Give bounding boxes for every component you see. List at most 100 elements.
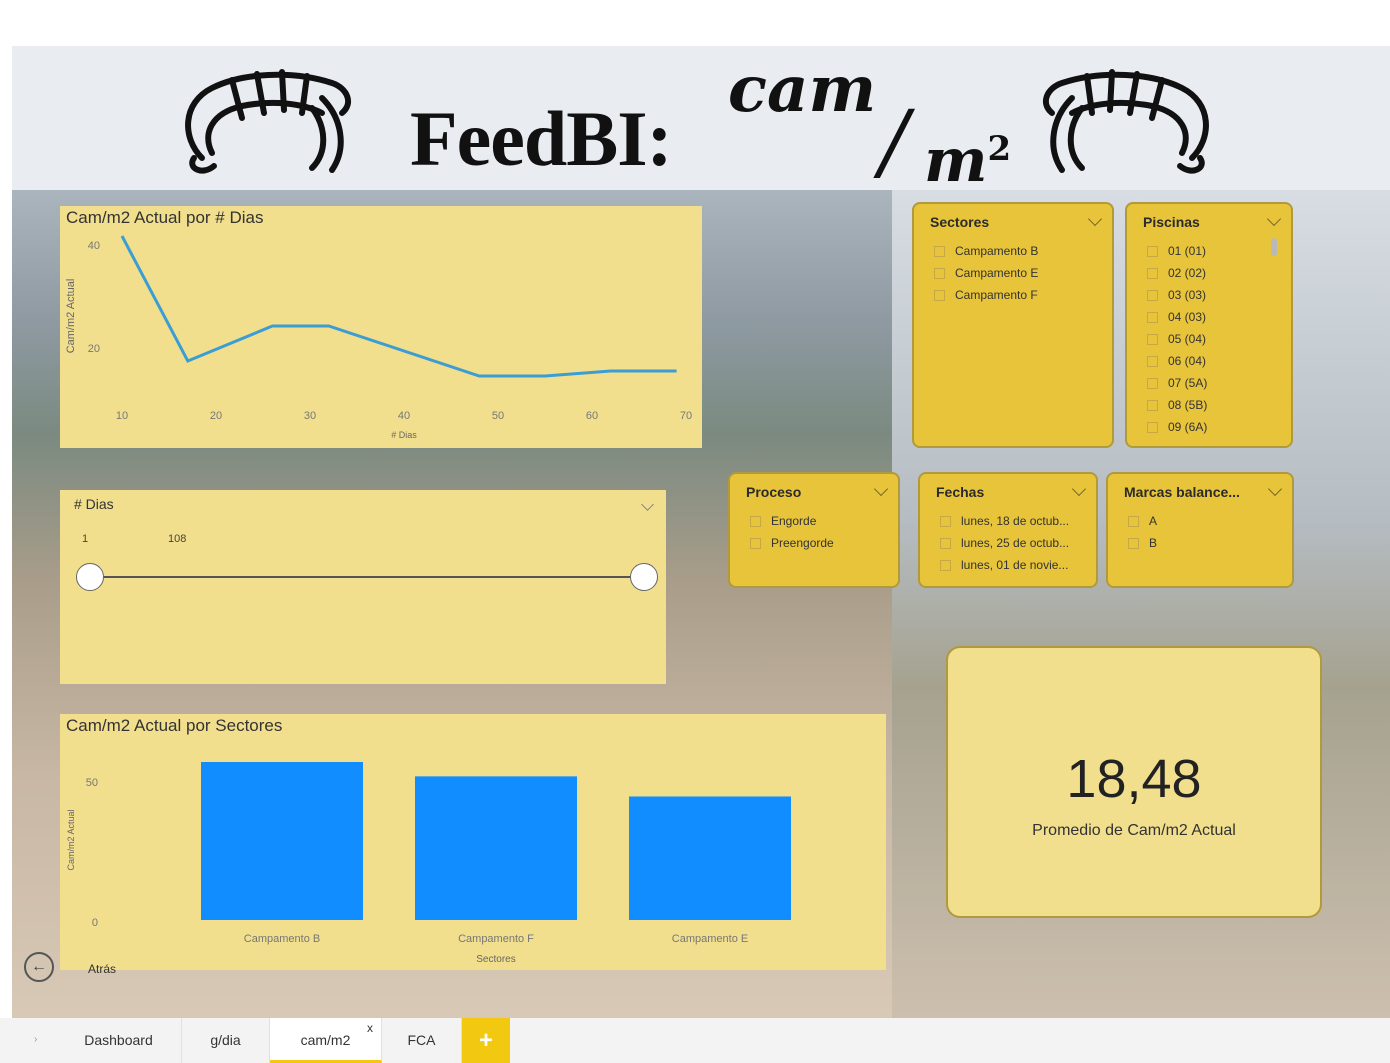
checkbox[interactable] <box>1147 355 1158 367</box>
bar-chart-panel[interactable]: Cam/m2 Actual por Sectores Cam/m2 Actual… <box>60 714 886 970</box>
piscinas-item-label: 01 (01) <box>1168 244 1207 258</box>
back-arrow-icon[interactable]: ← <box>24 952 54 982</box>
chevron-down-icon[interactable] <box>873 481 889 497</box>
chevron-down-icon[interactable] <box>1266 211 1282 227</box>
checkbox[interactable] <box>934 267 945 279</box>
kpi-label: Promedio de Cam/m2 Actual <box>1032 822 1236 839</box>
marcas-item[interactable]: A <box>1128 510 1157 532</box>
bar-chart-xtick: Campamento B <box>244 933 320 945</box>
checkbox[interactable] <box>1128 537 1139 549</box>
back-button-label[interactable]: Atrás <box>88 962 116 976</box>
checkbox[interactable] <box>750 515 761 527</box>
slider-track[interactable] <box>90 576 644 578</box>
chevron-right-icon[interactable]: › <box>34 1034 37 1045</box>
checkbox[interactable] <box>1147 311 1158 323</box>
checkbox[interactable] <box>940 559 951 571</box>
bar[interactable] <box>415 776 577 920</box>
proceso-item[interactable]: Preengorde <box>750 532 834 554</box>
sectores-item-label: Campamento F <box>955 288 1038 302</box>
proceso-list: Engorde Preengorde <box>750 510 834 554</box>
bar-chart-ytick: 0 <box>92 917 98 929</box>
proceso-slicer[interactable]: Proceso Engorde Preengorde <box>728 472 900 588</box>
checkbox[interactable] <box>1147 267 1158 279</box>
chevron-down-icon[interactable] <box>1071 481 1087 497</box>
piscinas-item-label: 02 (02) <box>1168 266 1207 280</box>
tab-label: FCA <box>407 1032 436 1048</box>
slider-max-handle[interactable] <box>630 563 658 591</box>
sectores-item[interactable]: Campamento B <box>934 240 1038 262</box>
bar[interactable] <box>201 762 363 920</box>
line-chart[interactable]: Cam/m2 Actual # Dias 40 20 10 20 30 40 5… <box>60 206 702 448</box>
piscinas-item[interactable]: 04 (03) <box>1147 306 1207 328</box>
piscinas-item[interactable]: 05 (04) <box>1147 328 1207 350</box>
line-chart-xtick: 60 <box>586 410 598 422</box>
piscinas-item-label: 03 (03) <box>1168 288 1207 302</box>
checkbox[interactable] <box>1128 515 1139 527</box>
days-range-slicer[interactable]: # Dias 1 108 <box>60 490 666 684</box>
chevron-down-icon[interactable] <box>1087 211 1103 227</box>
tab-cam-m2[interactable]: cam/m2 x <box>270 1018 382 1063</box>
marcas-item-label: A <box>1149 514 1158 528</box>
proceso-item[interactable]: Engorde <box>750 510 834 532</box>
piscinas-item[interactable]: 08 (5B) <box>1147 394 1207 416</box>
fechas-item-label: lunes, 25 de octub... <box>961 536 1070 550</box>
close-icon[interactable]: x <box>367 1006 373 1051</box>
checkbox[interactable] <box>1147 333 1158 345</box>
days-max-input[interactable]: 108 <box>164 528 244 550</box>
piscinas-item-label: 09 (6A) <box>1168 420 1208 434</box>
fechas-item-label: lunes, 01 de novie... <box>961 558 1069 572</box>
scrollbar[interactable] <box>1271 238 1277 256</box>
piscinas-slicer[interactable]: Piscinas 01 (01) 02 (02) 03 (03) 04 (03)… <box>1125 202 1293 448</box>
kpi-card[interactable]: 18,48 Promedio de Cam/m2 Actual <box>946 646 1322 918</box>
piscinas-item[interactable]: 01 (01) <box>1147 240 1207 262</box>
checkbox[interactable] <box>1147 421 1158 433</box>
line-series[interactable] <box>120 235 677 378</box>
fechas-item[interactable]: lunes, 25 de octub... <box>940 532 1069 554</box>
marcas-slicer[interactable]: Marcas balance... A B <box>1106 472 1294 588</box>
bar[interactable] <box>629 796 791 920</box>
bar-chart[interactable]: Cam/m2 Actual Sectores 50 0 Campamento B… <box>60 714 886 970</box>
checkbox[interactable] <box>934 289 945 301</box>
piscinas-item[interactable]: 07 (5A) <box>1147 372 1207 394</box>
checkbox[interactable] <box>934 245 945 257</box>
tab-label: cam/m2 <box>300 1032 351 1048</box>
checkbox[interactable] <box>1147 245 1158 257</box>
piscinas-item[interactable]: 02 (02) <box>1147 262 1207 284</box>
piscinas-item[interactable]: 03 (03) <box>1147 284 1207 306</box>
fechas-item[interactable]: lunes, 01 de novie... <box>940 554 1069 576</box>
checkbox[interactable] <box>1147 377 1158 389</box>
add-page-button[interactable]: + <box>462 1018 510 1063</box>
tab-dashboard[interactable]: Dashboard <box>56 1018 182 1063</box>
checkbox[interactable] <box>1147 399 1158 411</box>
sectores-item[interactable]: Campamento F <box>934 284 1038 306</box>
sectores-item[interactable]: Campamento E <box>934 262 1038 284</box>
marcas-item[interactable]: B <box>1128 532 1157 554</box>
fechas-item[interactable]: lunes, 18 de octub... <box>940 510 1069 532</box>
proceso-item-label: Engorde <box>771 514 817 528</box>
chevron-down-icon[interactable] <box>641 498 654 511</box>
checkbox[interactable] <box>750 537 761 549</box>
report-canvas: FeedBI: cam / m2 Cam/m2 Actual por # Dia… <box>12 46 1390 1018</box>
piscinas-item[interactable]: 06 (04) <box>1147 350 1207 372</box>
tab-label: g/dia <box>210 1032 241 1048</box>
piscinas-item[interactable]: 09 (6A) <box>1147 416 1207 438</box>
shrimp-right-icon <box>1042 69 1209 174</box>
line-chart-xtick: 30 <box>304 410 316 422</box>
tab-fca[interactable]: FCA <box>382 1018 462 1063</box>
tab-g-dia[interactable]: g/dia <box>182 1018 270 1063</box>
slider-min-handle[interactable] <box>76 563 104 591</box>
proceso-slicer-title: Proceso <box>746 484 802 500</box>
days-min-input[interactable]: 1 <box>76 528 156 550</box>
fechas-slicer[interactable]: Fechas lunes, 18 de octub... lunes, 25 d… <box>918 472 1098 588</box>
checkbox[interactable] <box>940 537 951 549</box>
banner-exponent: 2 <box>987 129 1012 169</box>
sectores-slicer[interactable]: Sectores Campamento B Campamento E Campa… <box>912 202 1114 448</box>
bar-chart-xtick: Campamento F <box>458 933 534 945</box>
chevron-down-icon[interactable] <box>1267 481 1283 497</box>
line-chart-ytick: 20 <box>88 343 100 355</box>
marcas-list: A B <box>1128 510 1157 554</box>
days-slicer-title: # Dias <box>74 496 114 512</box>
line-chart-panel[interactable]: Cam/m2 Actual por # Dias Cam/m2 Actual #… <box>60 206 702 448</box>
checkbox[interactable] <box>940 515 951 527</box>
checkbox[interactable] <box>1147 289 1158 301</box>
